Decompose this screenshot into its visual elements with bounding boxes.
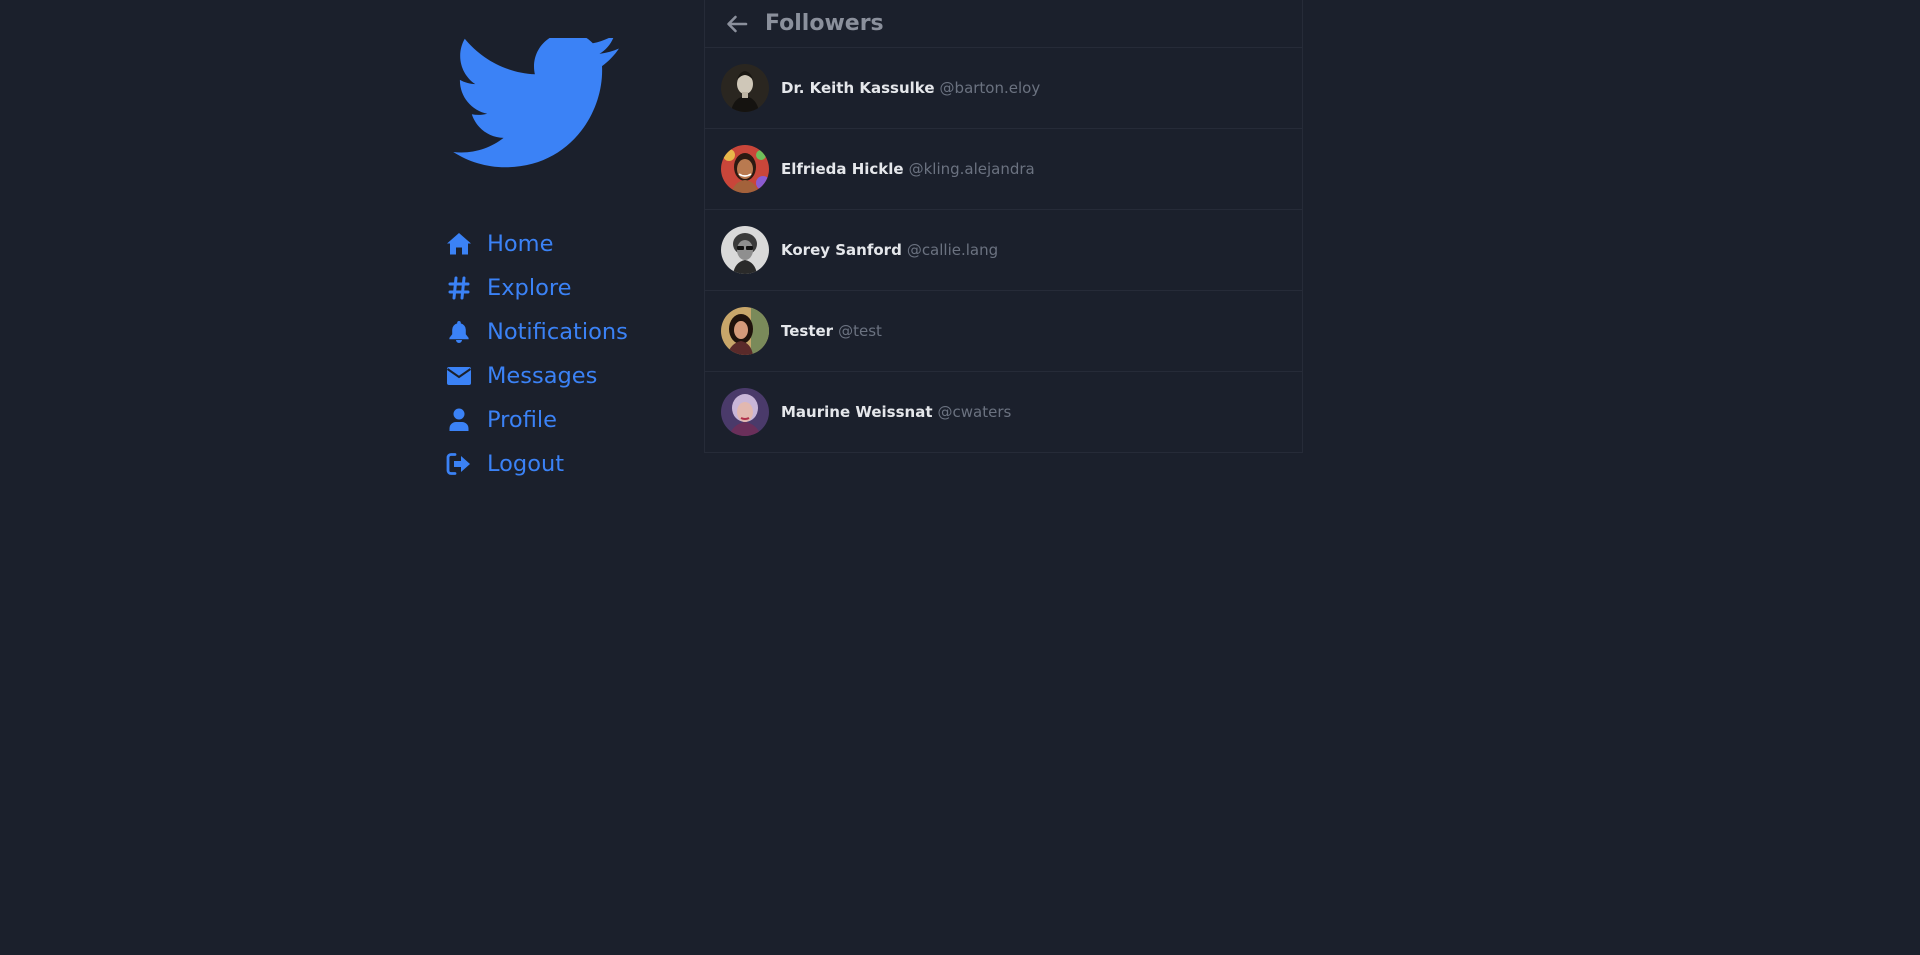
- envelope-icon: [446, 363, 472, 389]
- follower-row[interactable]: Dr. Keith Kassulke @barton.eloy: [705, 48, 1302, 129]
- follower-name[interactable]: Elfrieda Hickle: [781, 160, 904, 178]
- follower-name[interactable]: Tester: [781, 322, 833, 340]
- nav-home-label: Home: [487, 231, 554, 257]
- follower-handle: @test: [838, 322, 882, 340]
- follower-row[interactable]: Elfrieda Hickle @kling.alejandra: [705, 129, 1302, 210]
- nav-logout-label: Logout: [487, 451, 565, 477]
- nav-profile[interactable]: Profile: [446, 398, 676, 442]
- avatar[interactable]: [721, 145, 769, 193]
- follower-handle: @barton.eloy: [939, 79, 1041, 97]
- logout-icon: [446, 451, 472, 477]
- avatar[interactable]: [721, 226, 769, 274]
- nav-explore-label: Explore: [487, 275, 572, 301]
- follower-handle: @callie.lang: [906, 241, 999, 259]
- nav-profile-label: Profile: [487, 407, 557, 433]
- follower-row[interactable]: Korey Sanford @callie.lang: [705, 210, 1302, 291]
- nav-messages-label: Messages: [487, 363, 598, 389]
- hashtag-icon: [446, 275, 472, 301]
- follower-handle: @kling.alejandra: [908, 160, 1035, 178]
- followers-panel: Followers Dr. Keith Kassulke @barton.elo…: [704, 0, 1303, 453]
- page-header: Followers: [705, 0, 1302, 48]
- follower-name[interactable]: Korey Sanford: [781, 241, 902, 259]
- nav-logout[interactable]: Logout: [446, 442, 676, 486]
- avatar[interactable]: [721, 307, 769, 355]
- follower-name[interactable]: Maurine Weissnat: [781, 403, 933, 421]
- nav-notifications[interactable]: Notifications: [446, 310, 676, 354]
- home-icon: [446, 231, 472, 257]
- user-icon: [446, 407, 472, 433]
- nav-home[interactable]: Home: [446, 222, 676, 266]
- nav-messages[interactable]: Messages: [446, 354, 676, 398]
- arrow-left-icon: [727, 15, 748, 32]
- nav-notifications-label: Notifications: [487, 319, 628, 345]
- avatar[interactable]: [721, 388, 769, 436]
- follower-row[interactable]: Maurine Weissnat @cwaters: [705, 372, 1302, 452]
- page-title: Followers: [765, 11, 884, 36]
- follower-name[interactable]: Dr. Keith Kassulke: [781, 79, 935, 97]
- follower-row[interactable]: Tester @test: [705, 291, 1302, 372]
- sidebar: Home Explore Notifications Messages Prof…: [446, 38, 676, 486]
- twitter-bird-icon[interactable]: [446, 38, 622, 184]
- back-button[interactable]: [722, 9, 752, 39]
- nav-explore[interactable]: Explore: [446, 266, 676, 310]
- follower-handle: @cwaters: [937, 403, 1012, 421]
- avatar[interactable]: [721, 64, 769, 112]
- bell-icon: [446, 319, 472, 345]
